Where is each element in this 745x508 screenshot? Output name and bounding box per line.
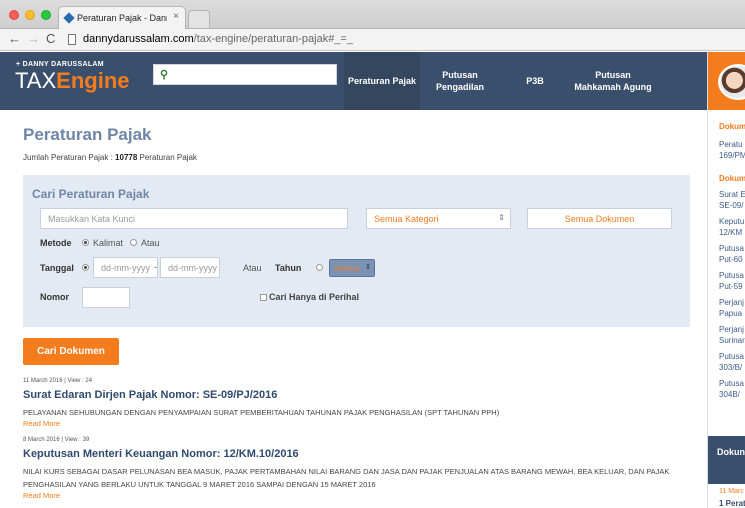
minimize-window-button[interactable] (25, 10, 35, 20)
reload-icon[interactable]: C (46, 31, 55, 46)
search-panel: Cari Peraturan Pajak Masukkan Kata Kunci… (23, 175, 690, 327)
sidebar-link[interactable]: SE-09/ (708, 200, 745, 211)
back-arrow-icon[interactable]: ← (8, 31, 21, 46)
avatar[interactable] (718, 64, 745, 100)
sidebar-heading: Dokum (719, 122, 745, 131)
sidebar-link[interactable]: Surinar (708, 335, 745, 346)
sidebar-link[interactable]: Papua (708, 308, 745, 319)
sidebar-link[interactable]: Putusa (708, 351, 745, 362)
result-meta: 11 March 2016 | View : 24 (23, 378, 93, 384)
chevron-updown-icon: ⇕ (365, 264, 371, 271)
kategori-value: Semua Kategori (374, 214, 439, 224)
metode-kalimat-radio[interactable] (82, 239, 89, 246)
date-separator: - (154, 262, 157, 272)
count-prefix: Jumlah Peraturan Pajak : (23, 153, 116, 162)
result-title[interactable]: Keputusan Menteri Keuangan Nomor: 12/KM.… (23, 448, 693, 460)
sidebar-link[interactable]: Put-59 (708, 281, 745, 292)
kategori-select[interactable]: Semua Kategori ⇕ (366, 208, 511, 229)
nav-putusan-mahkamah-agung[interactable]: Putusan Mahkamah Agung (572, 52, 654, 110)
browser-tab-bar: Peraturan Pajak - Danny Da × (0, 0, 745, 29)
document-count: Jumlah Peraturan Pajak : 10778 Peraturan… (23, 153, 197, 162)
tanggal-label: Tanggal (40, 263, 74, 273)
result-item: 11 March 2016 | View : 24 Surat Edaran D… (23, 378, 693, 428)
metode-label: Metode (40, 238, 72, 248)
nav-putusan-pengadilan[interactable]: Putusan Pengadilan (420, 52, 500, 110)
nav-p3b[interactable]: P3B (505, 52, 565, 110)
result-title[interactable]: Surat Edaran Dirjen Pajak Nomor: SE-09/P… (23, 389, 693, 401)
tab-title: Peraturan Pajak - Danny Da (77, 13, 167, 23)
sidebar-link[interactable]: Surat E (708, 189, 745, 200)
result-meta: 8 March 2016 | View : 39 (23, 437, 90, 443)
count-value: 10778 (115, 153, 138, 162)
metode-atau-label: Atau (141, 238, 160, 248)
tahun-value: Semua (334, 264, 360, 273)
page-title: Peraturan Pajak (23, 125, 152, 144)
sidebar-link[interactable]: 303/B/ (708, 362, 745, 373)
metode-kalimat-label: Kalimat (93, 238, 124, 248)
nomor-label: Nomor (40, 292, 69, 302)
sidebar-link[interactable]: Perjanj (708, 324, 745, 335)
result-item: 8 March 2016 | View : 39 Keputusan Mente… (23, 437, 693, 500)
tanggal-radio[interactable] (82, 264, 89, 271)
sidebar-link[interactable]: Keputu (708, 216, 745, 227)
result-description: NILAI KURS SEBAGAI DASAR PELUNASAN BEA M… (23, 467, 670, 489)
site-header: + DANNY DARUSSALAM TAXEngine ⚲ Peraturan… (0, 52, 707, 110)
maximize-window-button[interactable] (41, 10, 51, 20)
favicon-icon (63, 12, 75, 24)
perihal-checkbox[interactable] (260, 294, 267, 301)
logo-subtitle: + DANNY DARUSSALAM (16, 61, 104, 68)
nav-peraturan-pajak[interactable]: Peraturan Pajak (344, 52, 420, 110)
read-more-link[interactable]: Read More (23, 491, 693, 500)
main-content: Peraturan Pajak Jumlah Peraturan Pajak :… (0, 110, 707, 508)
read-more-link[interactable]: Read More (23, 419, 693, 428)
forward-arrow-icon[interactable]: → (27, 31, 40, 46)
tahun-select[interactable]: Semua ⇕ (329, 259, 375, 277)
browser-tab[interactable]: Peraturan Pajak - Danny Da × (58, 6, 186, 29)
date-to-input[interactable]: dd-mm-yyyy (160, 257, 220, 278)
sidebar-section-title: Dokun (717, 447, 745, 457)
logo[interactable]: TAXEngine (15, 69, 130, 93)
close-window-button[interactable] (9, 10, 19, 20)
sidebar-link[interactable]: Putusa (708, 243, 745, 254)
sidebar-link[interactable]: Putusa (708, 378, 745, 389)
sidebar-link[interactable]: Peratu (708, 139, 745, 150)
address-bar[interactable]: dannydarussalam.com/tax-engine/peraturan… (83, 33, 353, 45)
url-host: dannydarussalam.com (83, 33, 194, 45)
tahun-radio[interactable] (316, 264, 323, 271)
result-description: PELAYANAN SEHUBUNGAN DENGAN PENYAMPAIAN … (23, 408, 500, 417)
cari-dokumen-button[interactable]: Cari Dokumen (23, 338, 119, 365)
sidebar-heading: Dokum (719, 174, 745, 183)
profile-area (708, 52, 745, 110)
tahun-label: Tahun (275, 263, 302, 273)
right-sidebar: Dokum Peratu 169/PM Dokum Surat E SE-09/… (707, 52, 745, 508)
atau-label: Atau (243, 263, 262, 273)
sidebar-link[interactable]: Perjanj (708, 297, 745, 308)
metode-atau-radio[interactable] (130, 239, 137, 246)
header-search-input[interactable]: ⚲ (153, 64, 337, 85)
search-panel-title: Cari Peraturan Pajak (32, 187, 150, 201)
sidebar-link[interactable]: 1 Perat (719, 499, 745, 508)
keyword-input[interactable]: Masukkan Kata Kunci (40, 208, 348, 229)
sidebar-date: 11 Marc (719, 488, 744, 495)
nomor-input[interactable] (82, 287, 130, 308)
sidebar-link[interactable]: Putusa (708, 270, 745, 281)
sidebar-link[interactable]: 169/PM (708, 150, 745, 161)
sidebar-link[interactable]: 304B/ (708, 389, 745, 400)
sidebar-link[interactable]: Put-60 (708, 254, 745, 265)
browser-toolbar: ← → C dannydarussalam.com/tax-engine/per… (0, 29, 745, 51)
search-icon: ⚲ (160, 69, 169, 81)
tab-close-icon[interactable]: × (173, 11, 179, 22)
page-icon (68, 34, 76, 45)
sidebar-section-header: Dokun (708, 436, 745, 484)
logo-tax: TAX (15, 68, 57, 93)
url-path: /tax-engine/peraturan-pajak#_=_ (193, 33, 353, 45)
date-from-input[interactable]: dd-mm-yyyy (93, 257, 158, 278)
perihal-label: Cari Hanya di Perihal (269, 292, 360, 302)
sidebar-link[interactable]: 12/KM (708, 227, 745, 238)
chevron-updown-icon: ⇕ (498, 213, 505, 222)
count-suffix: Peraturan Pajak (137, 153, 197, 162)
logo-engine: Engine (56, 68, 130, 93)
new-tab-button[interactable] (188, 10, 210, 28)
dokumen-select[interactable]: Semua Dokumen (527, 208, 672, 229)
